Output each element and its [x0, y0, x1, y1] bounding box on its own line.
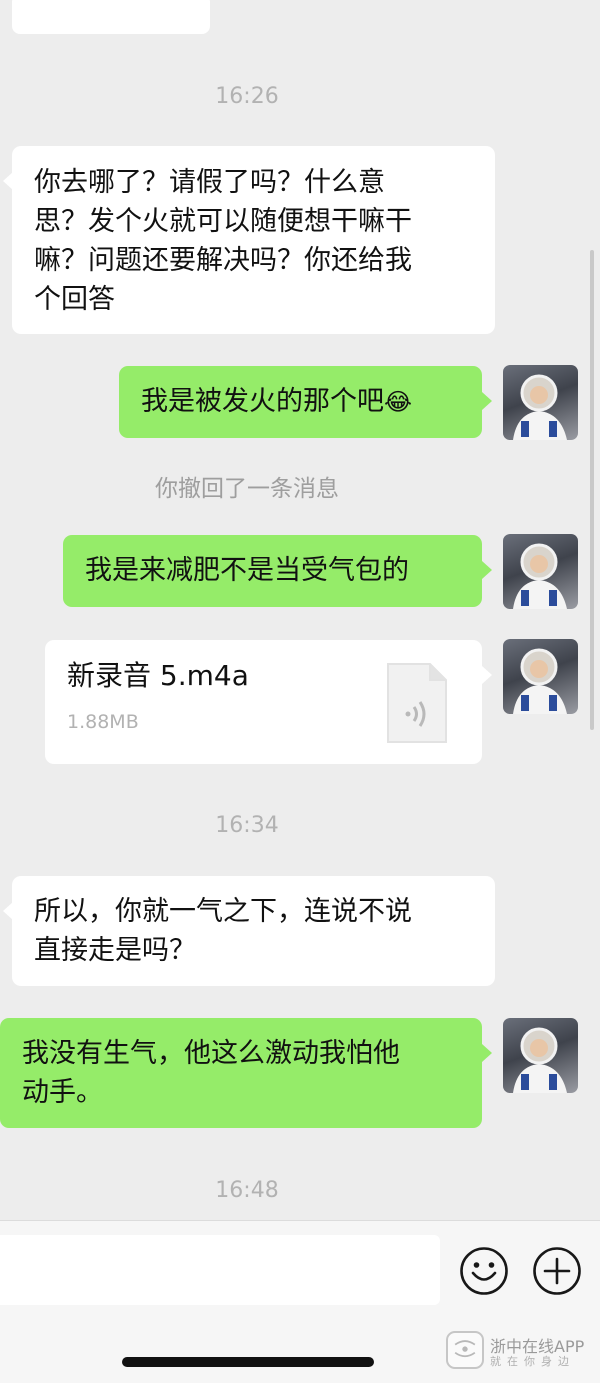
timestamp: 16:48 [215, 1178, 279, 1203]
message-line: 动手。 [22, 1077, 103, 1108]
user-avatar[interactable] [503, 1018, 578, 1093]
astronaut-icon [513, 374, 567, 440]
message-line: 你去哪了？请假了吗？什么意 [34, 167, 385, 198]
astronaut-icon [513, 648, 567, 714]
message-line: 直接走是吗？ [34, 935, 196, 966]
message-incoming[interactable]: 所以，你就一气之下，连说不说 直接走是吗？ [3, 876, 495, 986]
astronaut-icon [513, 1027, 567, 1093]
input-bar: 浙中在线APP 就在你身边 [0, 1220, 600, 1383]
message-line: 所以，你就一气之下，连说不说 [34, 896, 412, 927]
laughing-emoji-icon: 😂 [384, 388, 413, 416]
audio-file-icon [387, 663, 447, 743]
file-name: 新录音 5.m4a [67, 659, 249, 692]
message-outgoing[interactable]: 我是被发火的那个吧😂 [119, 366, 492, 438]
timestamp: 16:26 [215, 84, 279, 109]
user-avatar[interactable] [503, 639, 578, 714]
emoji-icon[interactable] [459, 1246, 509, 1296]
watermark-slogan: 就在你身边 [490, 1355, 575, 1368]
watermark-logo-icon [446, 1331, 484, 1369]
watermark: 浙中在线APP 就在你身边 [446, 1329, 596, 1373]
user-avatar[interactable] [503, 365, 578, 440]
chat-area[interactable]: 16:26 你去哪了？请假了吗？什么意 思？发个火就可以随便想干嘛干 嘛？问题还… [0, 0, 600, 1220]
message-line: 我没有生气，他这么激动我怕他 [22, 1038, 400, 1069]
home-indicator[interactable] [122, 1357, 374, 1367]
timestamp: 16:34 [215, 813, 279, 838]
message-text: 我是被发火的那个吧 [141, 386, 384, 417]
message-text: 我是来减肥不是当受气包的 [85, 555, 409, 586]
file-message[interactable]: 新录音 5.m4a 1.88MB [45, 640, 492, 764]
astronaut-icon [513, 543, 567, 609]
scrollbar[interactable] [590, 250, 594, 730]
message-outgoing[interactable]: 我是来减肥不是当受气包的 [63, 535, 492, 607]
user-avatar[interactable] [503, 534, 578, 609]
file-size: 1.88MB [67, 711, 139, 733]
message-line: 思？发个火就可以随便想干嘛干 [34, 206, 412, 237]
message-input[interactable] [0, 1235, 440, 1305]
recall-notice: 你撤回了一条消息 [155, 476, 339, 502]
message-line: 嘛？问题还要解决吗？你还给我 [34, 245, 412, 276]
message-line: 个回答 [34, 284, 115, 315]
plus-icon[interactable] [532, 1246, 582, 1296]
message-bubble-partial[interactable] [12, 0, 210, 34]
message-incoming[interactable]: 你去哪了？请假了吗？什么意 思？发个火就可以随便想干嘛干 嘛？问题还要解决吗？你… [3, 146, 495, 334]
message-outgoing[interactable]: 我没有生气，他这么激动我怕他 动手。 [0, 1018, 492, 1128]
